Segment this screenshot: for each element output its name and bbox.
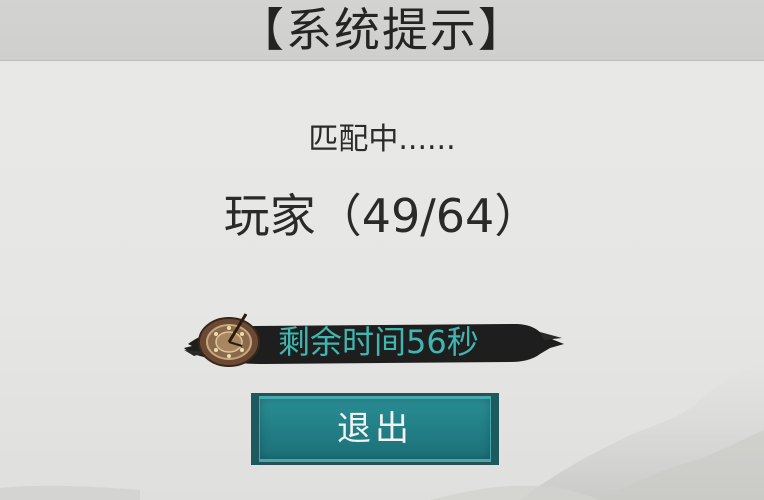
exit-button[interactable]: 退出 <box>251 393 499 465</box>
timer-banner: 剩余时间56秒 <box>184 313 564 370</box>
system-dialog: 【系统提示】 匹配中...... 玩家（49/64） 剩余时间56秒 退出 <box>0 0 764 500</box>
dialog-title: 【系统提示】 <box>238 3 526 57</box>
title-bar: 【系统提示】 <box>0 0 764 60</box>
matching-status: 匹配中...... <box>308 122 456 157</box>
exit-button-label: 退出 <box>337 409 413 449</box>
timer-text: 剩余时间56秒 <box>278 323 479 361</box>
player-count: 玩家（49/64） <box>223 189 541 243</box>
compass-icon <box>198 313 260 367</box>
